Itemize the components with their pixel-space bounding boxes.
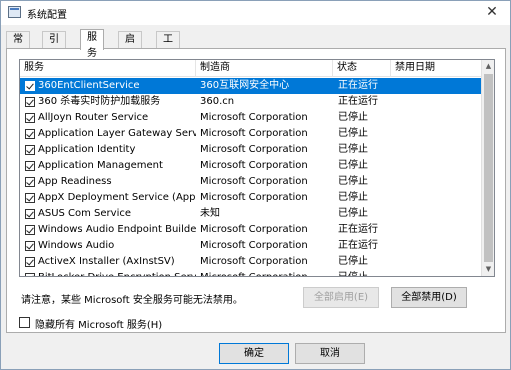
service-rows: 360EntClientService 360互联网安全中心 正在运行 360 杀毒实… xyxy=(20,78,482,276)
column-header-manufacturer[interactable]: 制造商 xyxy=(196,60,333,77)
service-manufacturer: Microsoft Corporation xyxy=(200,176,308,187)
service-status: 正在运行 xyxy=(338,224,378,235)
window-title: 系统配置 xyxy=(27,10,67,21)
service-manufacturer: Microsoft Corporation xyxy=(200,112,308,123)
tab-tools[interactable]: 工具 xyxy=(156,31,180,61)
table-row[interactable]: ASUS Com Service 未知 已停止 xyxy=(20,206,482,222)
service-status: 已停止 xyxy=(338,208,368,219)
service-status: 已停止 xyxy=(338,128,368,139)
service-checkbox[interactable] xyxy=(25,145,35,155)
close-icon[interactable]: ✕ xyxy=(484,4,500,20)
service-checkbox[interactable] xyxy=(25,257,35,267)
table-row[interactable]: App Readiness Microsoft Corporation 已停止 xyxy=(20,174,482,190)
service-status: 已停止 xyxy=(338,176,368,187)
service-manufacturer: Microsoft Corporation xyxy=(200,240,308,251)
service-checkbox[interactable] xyxy=(25,161,35,171)
service-status: 已停止 xyxy=(338,112,368,123)
column-header-service[interactable]: 服务 xyxy=(20,60,196,77)
vertical-scrollbar[interactable]: ▲ ▼ xyxy=(481,60,494,276)
service-name: 360EntClientService xyxy=(38,80,140,91)
service-status: 已停止 xyxy=(338,256,368,267)
ok-button[interactable]: 确定 xyxy=(219,343,289,364)
service-checkbox[interactable] xyxy=(25,81,35,91)
cancel-button[interactable]: 取消 xyxy=(295,343,365,364)
service-name: BitLocker Drive Encryption Service xyxy=(38,270,196,276)
service-name: 360 杀毒实时防护加载服务 xyxy=(38,96,161,107)
service-name: Application Layer Gateway Service xyxy=(38,128,196,139)
tab-boot[interactable]: 引导 xyxy=(42,31,66,61)
hide-ms-checkbox-box[interactable] xyxy=(19,317,30,328)
table-row[interactable]: Windows Audio Microsoft Corporation 正在运行 xyxy=(20,238,482,254)
table-row[interactable]: Application Management Microsoft Corporat… xyxy=(20,158,482,174)
service-status: 已停止 xyxy=(338,160,368,171)
hide-ms-label: 隐藏所有 Microsoft 服务(H) xyxy=(35,320,163,331)
services-list[interactable]: 服务 制造商 状态 禁用日期 360EntClientService 360互联网… xyxy=(19,59,495,277)
service-name: ActiveX Installer (AxInstSV) xyxy=(38,256,175,267)
system-config-window: 系统配置 ✕ 常规 引导 服务 启动 工具 服务 制造商 状态 禁用日期 360… xyxy=(0,0,511,370)
service-checkbox[interactable] xyxy=(25,177,35,187)
ms-services-notice: 请注意，某些 Microsoft 安全服务可能无法禁用。 xyxy=(21,295,243,306)
table-row[interactable]: Application Identity Microsoft Corporatio… xyxy=(20,142,482,158)
service-status: 正在运行 xyxy=(338,240,378,251)
service-name: Windows Audio Endpoint Builder xyxy=(38,224,196,235)
disable-all-button[interactable]: 全部禁用(D) xyxy=(391,287,467,308)
table-row[interactable]: 360 杀毒实时防护加载服务 360.cn 正在运行 xyxy=(20,94,482,110)
service-manufacturer: Microsoft Corporation xyxy=(200,144,308,155)
table-row[interactable]: ActiveX Installer (AxInstSV) Microsoft Co… xyxy=(20,254,482,270)
scroll-thumb[interactable] xyxy=(484,74,493,262)
app-icon xyxy=(8,6,21,18)
service-checkbox[interactable] xyxy=(25,113,35,123)
service-manufacturer: 未知 xyxy=(200,208,220,219)
table-row[interactable]: AppX Deployment Service (AppX... Microsof… xyxy=(20,190,482,206)
service-checkbox[interactable] xyxy=(25,193,35,203)
column-header-disabled-date[interactable]: 禁用日期 xyxy=(391,60,482,77)
enable-all-button[interactable]: 全部启用(E) xyxy=(303,287,379,308)
service-name: App Readiness xyxy=(38,176,112,187)
service-name: AppX Deployment Service (AppX... xyxy=(38,192,196,203)
tab-startup[interactable]: 启动 xyxy=(118,31,142,61)
tab-services[interactable]: 服务 xyxy=(80,29,104,59)
service-checkbox[interactable] xyxy=(25,209,35,219)
service-status: 已停止 xyxy=(338,192,368,203)
table-row[interactable]: Windows Audio Endpoint Builder Microsoft … xyxy=(20,222,482,238)
service-name: Application Management xyxy=(38,160,163,171)
service-status: 正在运行 xyxy=(338,80,378,91)
service-manufacturer: 360互联网安全中心 xyxy=(200,80,290,91)
table-row[interactable]: BitLocker Drive Encryption Service Micros… xyxy=(20,270,482,276)
service-name: AllJoyn Router Service xyxy=(38,112,149,123)
service-name: Windows Audio xyxy=(38,240,115,251)
list-header: 服务 制造商 状态 禁用日期 xyxy=(20,60,482,77)
service-manufacturer: Microsoft Corporation xyxy=(200,224,308,235)
tab-general[interactable]: 常规 xyxy=(6,31,30,61)
service-checkbox[interactable] xyxy=(25,97,35,107)
service-manufacturer: Microsoft Corporation xyxy=(200,160,308,171)
scroll-up-icon[interactable]: ▲ xyxy=(482,60,494,73)
service-checkbox[interactable] xyxy=(25,225,35,235)
service-checkbox[interactable] xyxy=(25,273,35,276)
service-status: 已停止 xyxy=(338,270,394,276)
service-checkbox[interactable] xyxy=(25,129,35,139)
service-manufacturer: Microsoft Corporation xyxy=(200,192,308,203)
service-manufacturer: Microsoft Corporation xyxy=(200,270,332,276)
service-manufacturer: 360.cn xyxy=(200,96,235,107)
title-bar[interactable]: 系统配置 ✕ xyxy=(1,1,510,25)
table-row[interactable]: Application Layer Gateway Service Microso… xyxy=(20,126,482,142)
services-panel: 服务 制造商 状态 禁用日期 360EntClientService 360互联网… xyxy=(6,48,506,333)
table-row[interactable]: AllJoyn Router Service Microsoft Corporat… xyxy=(20,110,482,126)
table-row[interactable]: 360EntClientService 360互联网安全中心 正在运行 xyxy=(20,78,482,94)
service-status: 正在运行 xyxy=(338,96,378,107)
service-manufacturer: Microsoft Corporation xyxy=(200,256,308,267)
service-checkbox[interactable] xyxy=(25,241,35,251)
column-header-status[interactable]: 状态 xyxy=(333,60,391,77)
service-name: Application Identity xyxy=(38,144,136,155)
service-name: ASUS Com Service xyxy=(38,208,132,219)
service-manufacturer: Microsoft Corporation xyxy=(200,128,308,139)
service-status: 已停止 xyxy=(338,144,368,155)
scroll-down-icon[interactable]: ▼ xyxy=(482,263,494,276)
